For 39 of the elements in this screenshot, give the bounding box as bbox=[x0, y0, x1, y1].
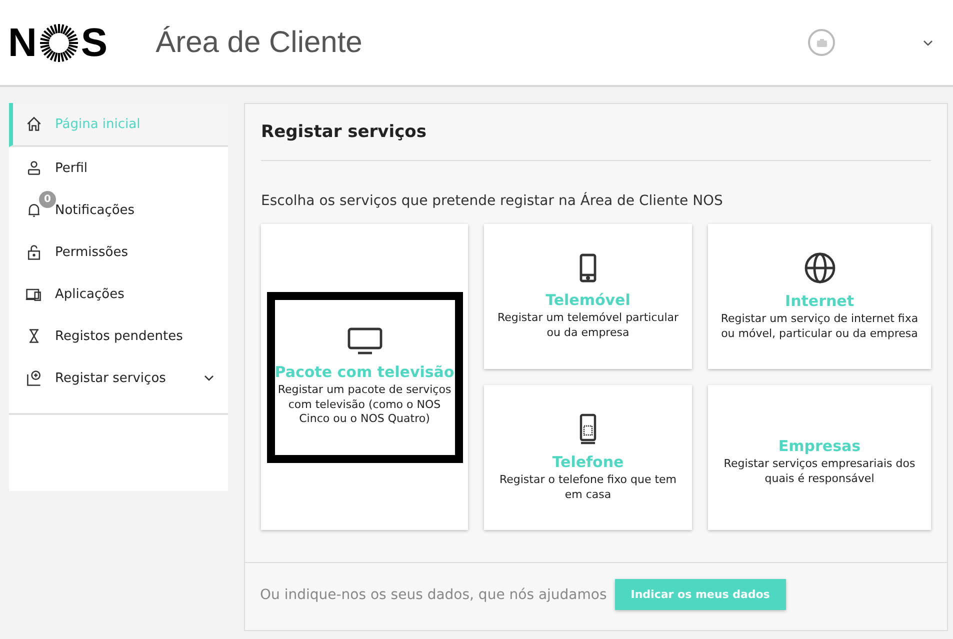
chevron-down-icon[interactable] bbox=[204, 375, 214, 381]
home-icon bbox=[25, 115, 43, 133]
section-title: Registar serviços bbox=[261, 122, 931, 161]
sidebar-item[interactable]: Permissões bbox=[9, 231, 228, 273]
sidebar-item[interactable]: Registar serviços bbox=[9, 357, 228, 399]
service-card[interactable]: Internet Registar um serviço de internet fixa ou móvel, particular ou da empresa bbox=[708, 224, 931, 369]
card-title: Internet bbox=[784, 292, 854, 310]
card-title: Pacote com televisão bbox=[274, 362, 454, 381]
sidebar-item[interactable]: Registos pendentes bbox=[9, 315, 228, 357]
count-badge: 0 bbox=[39, 191, 56, 208]
service-card[interactable]: Telefone Registar o telefone fixo que tem em casa bbox=[484, 385, 692, 530]
lock-icon bbox=[25, 243, 43, 261]
card-description: Registar serviços empresariais dos quais é responsável bbox=[722, 456, 916, 486]
globe-icon bbox=[804, 252, 836, 284]
card-description: Registar o telefone fixo que tem em casa bbox=[498, 472, 678, 502]
service-card[interactable]: Empresas Registar serviços empresariais dos quais é responsável bbox=[708, 385, 931, 530]
logo-letter: S bbox=[80, 22, 108, 62]
card-title: Telefone bbox=[552, 452, 624, 471]
chevron-down-icon[interactable] bbox=[923, 40, 933, 46]
sidebar-item[interactable]: Aplicações bbox=[9, 273, 228, 315]
logo-letter: N bbox=[8, 22, 37, 62]
card-description: Registar um pacote de serviços com televisão (como o NOS Cinco ou o NOS Quatro) bbox=[276, 382, 452, 428]
card-title: Empresas bbox=[778, 436, 861, 455]
card-description: Registar um telemóvel particular ou da empresa bbox=[496, 310, 680, 340]
card-title: Telemóvel bbox=[546, 290, 630, 309]
sunburst-icon bbox=[38, 22, 79, 62]
service-card[interactable]: Pacote com televisão Registar um pacote de serviços com televisão (como o NOS Cinco ou o NOS Quatro) bbox=[261, 224, 468, 530]
page-title: Área de Cliente bbox=[156, 26, 362, 60]
service-card[interactable]: Telemóvel Registar um telemóvel particular ou da empresa bbox=[484, 224, 692, 369]
help-text: Ou indique-nos os seus dados, que nós ajudamos bbox=[260, 586, 607, 602]
user-icon bbox=[25, 159, 43, 177]
sidebar-item[interactable]: Perfil bbox=[9, 147, 228, 189]
mobile-phone-icon bbox=[579, 252, 597, 283]
television-icon bbox=[346, 326, 382, 355]
instruction-text: Escolha os serviços que pretende registar na Área de Cliente NOS bbox=[261, 193, 724, 209]
telephone-icon bbox=[579, 412, 597, 445]
card-description: Registar um serviço de internet fixa ou móvel, particular ou da empresa bbox=[720, 312, 920, 342]
sidebar-item[interactable]: Notificações 0 bbox=[9, 189, 228, 231]
add-icon bbox=[25, 369, 43, 387]
